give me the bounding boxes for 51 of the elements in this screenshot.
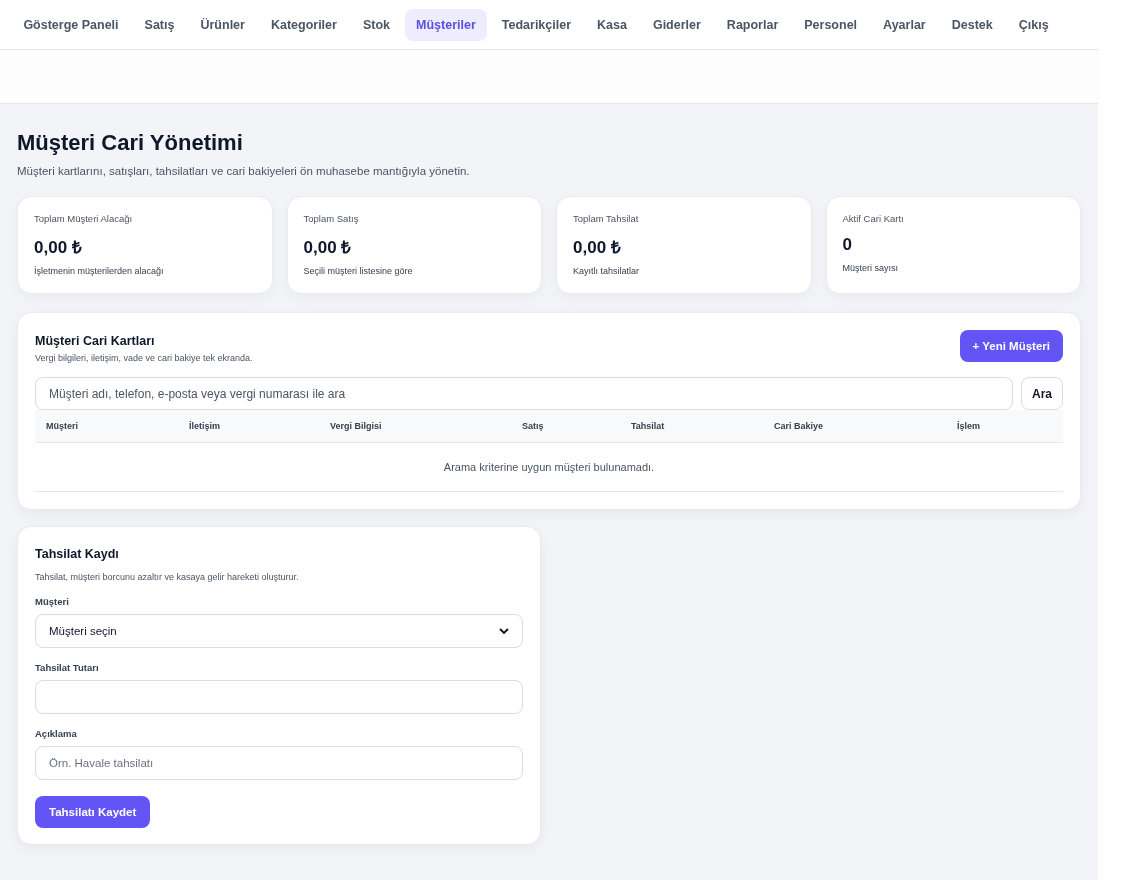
column-header: İşlem	[957, 421, 981, 431]
stat-note: Kayıtlı tahsilatlar	[573, 266, 641, 276]
column-header: İletişim	[189, 421, 221, 431]
nav-tab[interactable]: Stok	[351, 8, 401, 41]
nav-tab[interactable]: Giderler	[641, 8, 712, 41]
stat-value: 0,00 ₺	[303, 237, 353, 258]
nav-tab[interactable]: Ürünler	[189, 8, 256, 41]
customer-select[interactable]: Müşteri seçin	[35, 614, 523, 648]
nav-tab[interactable]: Kategoriler	[259, 8, 348, 41]
field-label: Tahsilat Tutarı	[35, 662, 100, 673]
page-title: Müşteri Cari Yönetimi	[17, 130, 244, 156]
stat-label: Toplam Müşteri Alacağı	[34, 213, 134, 224]
nav-tab[interactable]: Kasa	[586, 8, 638, 41]
nav-tab[interactable]: Ayarlar	[872, 8, 937, 41]
search-button[interactable]: Ara	[1021, 377, 1063, 410]
field-label: Müşteri	[35, 596, 70, 607]
chevron-down-icon	[499, 627, 509, 635]
stat-value: 0,00 ₺	[34, 237, 83, 258]
stat-value: 0	[842, 235, 853, 255]
card-subtitle: Vergi bilgileri, iletişim, vade ve cari bakiye tek ekranda.	[35, 353, 253, 363]
card-subtitle: Tahsilat, müşteri borcunu azaltır ve kasaya gelir hareketi oluşturur.	[35, 572, 300, 582]
stat-note: Seçili müşteri listesine göre	[303, 266, 414, 276]
nav-tab[interactable]: Destek	[940, 8, 1004, 41]
column-header: Vergi Bilgisi	[330, 421, 383, 431]
card-title: Tahsilat Kaydı	[35, 547, 120, 561]
stat-note: Müşteri sayısı	[842, 263, 899, 273]
nav-tab[interactable]: Satış	[133, 8, 186, 41]
page-subtitle: Müşteri kartlarını, satışları, tahsilatları ve cari bakiyeleri ön muhasebe mantığıyla yönetin.	[17, 165, 471, 177]
search-field[interactable]: Müşteri adı, telefon, e-posta veya vergi numarası ile ara	[35, 377, 1013, 410]
nav-tab[interactable]: Tedarikçiler	[490, 8, 583, 41]
stat-label: Aktif Cari Kartı	[842, 213, 905, 224]
input-field[interactable]: Örn. Havale tahsilatı	[35, 746, 523, 780]
stat-label: Toplam Satış	[303, 213, 360, 224]
nav-tab[interactable]: Müşteriler	[405, 8, 487, 41]
input-field[interactable]	[35, 680, 523, 714]
new-customer-button[interactable]: + Yeni Müşteri	[959, 330, 1063, 362]
field-label: Açıklama	[35, 728, 78, 739]
stat-label: Toplam Tahsilat	[573, 213, 640, 224]
stat-note: İşletmenin müşterilerden alacağı	[34, 266, 165, 276]
column-header: Satış	[522, 421, 545, 431]
nav-tab[interactable]: Çıkış	[1007, 8, 1060, 41]
card-title: Müşteri Cari Kartları	[35, 334, 156, 348]
nav-tab[interactable]: Personel	[793, 8, 869, 41]
column-header: Cari Bakiye	[774, 421, 825, 431]
column-header: Müşteri	[46, 421, 79, 431]
column-header: Tahsilat	[631, 421, 666, 431]
stat-value: 0,00 ₺	[573, 237, 622, 258]
nav-tab[interactable]: Gösterge Paneli	[12, 8, 130, 41]
nav-tab[interactable]: Raporlar	[715, 8, 790, 41]
save-payment-button[interactable]: Tahsilatı Kaydet	[35, 796, 151, 828]
empty-message: Arama kriterine uygun müşteri bulunamadı.	[35, 443, 1063, 492]
